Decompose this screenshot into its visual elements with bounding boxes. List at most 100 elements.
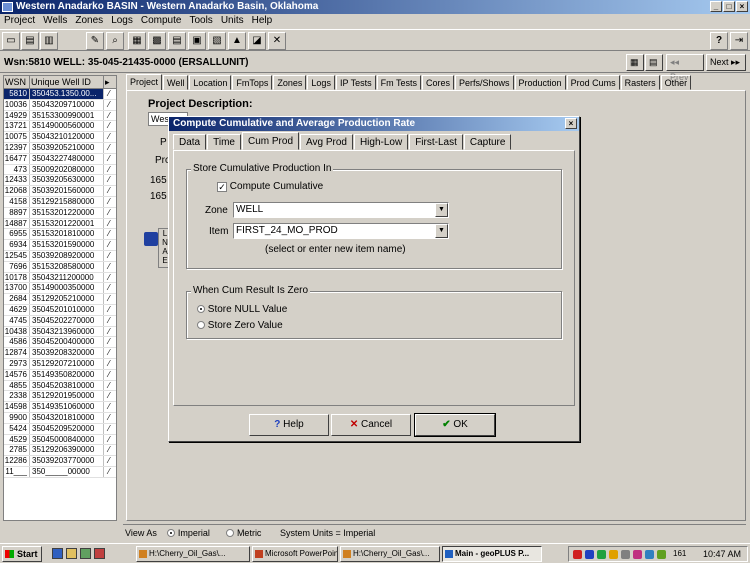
menu-compute[interactable]: Compute — [137, 14, 186, 28]
table-row[interactable]: 16477 35043227480000 ⁄ — [4, 153, 116, 165]
store-null-radio[interactable] — [197, 305, 205, 313]
table-row[interactable]: 4586 35045200400000 ⁄ — [4, 337, 116, 349]
tray-icon-5[interactable] — [621, 550, 630, 559]
grid-view-icon[interactable]: ▦ — [626, 54, 644, 71]
ok-button[interactable]: ✔ OK — [414, 413, 496, 437]
maximize-button[interactable]: □ — [723, 1, 735, 12]
table-row[interactable]: 12433 35039205630000 ⁄ — [4, 175, 116, 187]
cross-section-icon[interactable]: ✕ — [268, 32, 286, 50]
tab-well[interactable]: Well — [163, 75, 189, 90]
section-icon[interactable]: ◪ — [248, 32, 266, 50]
table-row[interactable]: 5810 350453.1350.00... ⁄ — [4, 89, 116, 100]
table-row[interactable]: 13721 35149000560000 ⁄ — [4, 121, 116, 133]
col-header-uwi[interactable]: Unique Well ID — [30, 76, 104, 88]
menu-logs[interactable]: Logs — [107, 14, 137, 28]
menu-tools[interactable]: Tools — [185, 14, 216, 28]
item-combo[interactable]: FIRST_24_MO_PROD ▼ — [233, 223, 449, 239]
table-row[interactable]: 12397 35039205210000 ⁄ — [4, 142, 116, 154]
dialog-tab-avg-prod[interactable]: Avg Prod — [300, 134, 353, 150]
task-cherry-oil-1[interactable]: H:\Cherry_Oil_Gas\... — [136, 546, 250, 562]
dialog-tab-high-low[interactable]: High-Low — [353, 134, 409, 150]
tray-icon-3[interactable] — [597, 550, 606, 559]
zone-dropdown-icon[interactable]: ▼ — [435, 203, 448, 217]
table-row[interactable]: 2338 35129201950000 ⁄ — [4, 391, 116, 403]
table-icon[interactable]: ▤ — [168, 32, 186, 50]
ie-icon[interactable] — [52, 548, 63, 559]
table-row[interactable]: 4529 35045000840000 ⁄ — [4, 434, 116, 446]
table-row[interactable]: 10178 35043211200000 ⁄ — [4, 272, 116, 284]
tab-zones[interactable]: Zones — [273, 75, 307, 90]
table-row[interactable]: 14929 35153300990001 ⁄ — [4, 110, 116, 122]
tab-rasters[interactable]: Rasters — [620, 75, 660, 90]
menu-wells[interactable]: Wells — [39, 14, 71, 28]
tab-fmtops[interactable]: FmTops — [232, 75, 273, 90]
table-row[interactable]: 4745 35045202270000 ⁄ — [4, 315, 116, 327]
dialog-tab-time[interactable]: Time — [207, 134, 241, 150]
tab-fm-tests[interactable]: Fm Tests — [376, 75, 421, 90]
table-row[interactable]: 12545 35039208920000 ⁄ — [4, 250, 116, 262]
dialog-tab-data[interactable]: Data — [173, 134, 207, 150]
table-row[interactable]: 4158 35129215880000 ⁄ — [4, 196, 116, 208]
tray-icon-2[interactable] — [585, 550, 594, 559]
well-grid[interactable]: WSN Unique Well ID ▸ 5810 350453.1350.00.… — [3, 75, 117, 521]
table-row[interactable]: 4629 35045201010000 ⁄ — [4, 304, 116, 316]
quicklaunch-icon[interactable] — [94, 548, 105, 559]
tab-location[interactable]: Location — [189, 75, 232, 90]
tab-logs[interactable]: Logs — [307, 75, 335, 90]
chart-icon[interactable]: ▲ — [228, 32, 246, 50]
table-row[interactable]: 6955 35153201810000 ⁄ — [4, 229, 116, 241]
database-icon[interactable] — [144, 232, 158, 246]
tray-icon-7[interactable] — [645, 550, 654, 559]
menu-help[interactable]: Help — [248, 14, 277, 28]
grid-icon[interactable]: ▦ — [128, 32, 146, 50]
tab-other[interactable]: Other — [660, 75, 692, 90]
table-row[interactable]: 473 35009202080000 ⁄ — [4, 164, 116, 176]
minimize-button[interactable]: _ — [710, 1, 722, 12]
menu-units[interactable]: Units — [217, 14, 248, 28]
dialog-tab-cum-prod[interactable]: Cum Prod — [241, 132, 299, 150]
metric-radio[interactable] — [226, 529, 235, 537]
col-header-wsn[interactable]: WSN — [4, 76, 30, 88]
desktop-icon[interactable] — [80, 548, 91, 559]
table-row[interactable]: 12286 35039203770000 ⁄ — [4, 456, 116, 467]
tray-icon-6[interactable] — [633, 550, 642, 559]
task-powerpoint[interactable]: Microsoft PowerPoin... — [252, 546, 338, 562]
table-row[interactable]: 12068 35039201560000 ⁄ — [4, 186, 116, 197]
store-zero-radio[interactable] — [197, 321, 205, 329]
table-row[interactable]: 6934 35153201590000 ⁄ — [4, 240, 116, 251]
map-icon[interactable]: ▧ — [208, 32, 226, 50]
table-row[interactable]: 12874 35039208320000 ⁄ — [4, 348, 116, 359]
menu-project[interactable]: Project — [0, 14, 39, 28]
crossplot-icon[interactable]: ▩ — [148, 32, 166, 50]
tab-ip-tests[interactable]: IP Tests — [335, 75, 376, 90]
cancel-button[interactable]: ✕ Cancel — [331, 414, 411, 436]
table-row[interactable]: 2684 35129205210000 ⁄ — [4, 294, 116, 305]
compute-cum-checkbox[interactable]: ✓ — [217, 182, 227, 192]
table-row[interactable]: 8897 35153201220000 ⁄ — [4, 207, 116, 219]
task-cherry-oil-2[interactable]: H:\Cherry_Oil_Gas\... — [340, 546, 440, 562]
table-row[interactable]: 14576 35149350820000 ⁄ — [4, 369, 116, 381]
table-row[interactable]: 11___ 350_____00000 ⁄ — [4, 466, 116, 478]
close-button[interactable]: × — [736, 1, 748, 12]
open-folder-icon[interactable]: ▤ — [21, 32, 39, 50]
col-header-extra[interactable]: ▸ — [104, 76, 114, 88]
tab-perfs-shows[interactable]: Perfs/Shows — [455, 75, 514, 90]
table-row[interactable]: 10036 35043209710000 ⁄ — [4, 99, 116, 111]
table-row[interactable]: 14598 35149351060000 ⁄ — [4, 402, 116, 413]
menu-zones[interactable]: Zones — [71, 14, 107, 28]
dialog-tab-capture[interactable]: Capture — [463, 134, 512, 150]
prev-button[interactable]: ◂◂ Prev — [666, 54, 704, 82]
table-row[interactable]: 4855 35045203810000 ⁄ — [4, 380, 116, 392]
next-button[interactable]: Next ▸▸ — [706, 54, 746, 71]
dialog-close-button[interactable]: × — [565, 118, 577, 129]
tab-production[interactable]: Production — [514, 75, 566, 90]
tray-icon-1[interactable] — [573, 550, 582, 559]
item-dropdown-icon[interactable]: ▼ — [435, 224, 448, 238]
table-row[interactable]: 10438 35043213960000 ⁄ — [4, 326, 116, 338]
tab-cores[interactable]: Cores — [421, 75, 454, 90]
tray-icon-4[interactable] — [609, 550, 618, 559]
imperial-radio[interactable] — [167, 529, 176, 537]
exit-icon[interactable]: ⇥ — [730, 32, 748, 50]
tray-icon-8[interactable] — [657, 550, 666, 559]
table-row[interactable]: 9900 35043201810000 ⁄ — [4, 412, 116, 424]
